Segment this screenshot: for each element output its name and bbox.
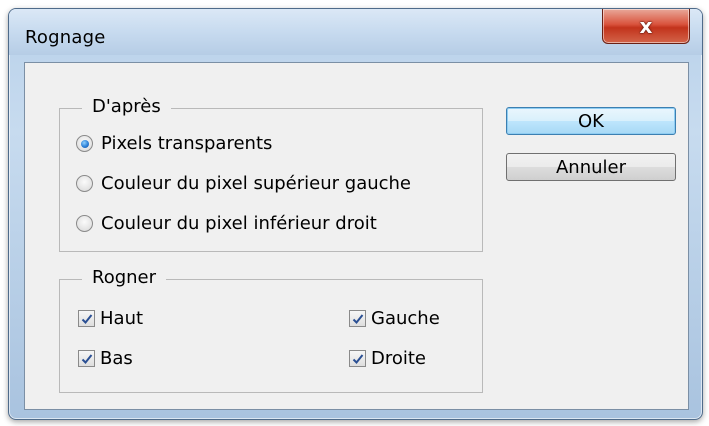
title-bar[interactable]: Rognage x — [9, 9, 702, 55]
trim-bottom-label: Bas — [100, 348, 133, 369]
based-on-legend: D'après — [82, 96, 171, 117]
option-bottom-right-pixel-color[interactable]: Couleur du pixel inférieur droit — [76, 213, 377, 234]
radio-transparent-pixels[interactable] — [76, 135, 93, 152]
dialog-body: D'après Pixels transparents Couleur du p… — [24, 62, 689, 410]
radio-bottom-right-pixel-color[interactable] — [76, 215, 93, 232]
option-bottom-right-pixel-color-label: Couleur du pixel inférieur droit — [101, 213, 377, 234]
trim-left-label: Gauche — [371, 308, 440, 329]
cancel-button[interactable]: Annuler — [506, 153, 676, 181]
dialog-title: Rognage — [25, 27, 106, 48]
trim-group: Rogner Haut Bas Gauche Droite — [59, 267, 483, 393]
dialog-window: Rognage x D'après Pixels transparents Co… — [8, 8, 703, 420]
trim-top-checkbox[interactable] — [78, 310, 95, 327]
trim-bottom-checkbox[interactable] — [78, 350, 95, 367]
trim-legend: Rogner — [82, 267, 167, 288]
option-top-left-pixel-color-label: Couleur du pixel supérieur gauche — [101, 173, 412, 194]
option-transparent-pixels[interactable]: Pixels transparents — [76, 133, 272, 154]
option-transparent-pixels-label: Pixels transparents — [101, 133, 273, 154]
checkmark-icon — [81, 353, 92, 364]
trim-right-option[interactable]: Droite — [349, 348, 426, 369]
based-on-group: D'après Pixels transparents Couleur du p… — [59, 96, 483, 252]
close-button[interactable]: x — [602, 9, 690, 44]
checkmark-icon — [81, 313, 92, 324]
trim-right-label: Droite — [371, 348, 427, 369]
trim-left-option[interactable]: Gauche — [349, 308, 440, 329]
trim-top-label: Haut — [100, 308, 144, 329]
trim-bottom-option[interactable]: Bas — [78, 348, 133, 369]
radio-top-left-pixel-color[interactable] — [76, 175, 93, 192]
trim-left-checkbox[interactable] — [349, 310, 366, 327]
trim-top-option[interactable]: Haut — [78, 308, 143, 329]
close-icon: x — [639, 14, 653, 38]
checkmark-icon — [352, 353, 363, 364]
checkmark-icon — [352, 313, 363, 324]
trim-right-checkbox[interactable] — [349, 350, 366, 367]
ok-button[interactable]: OK — [506, 107, 676, 135]
option-top-left-pixel-color[interactable]: Couleur du pixel supérieur gauche — [76, 173, 411, 194]
